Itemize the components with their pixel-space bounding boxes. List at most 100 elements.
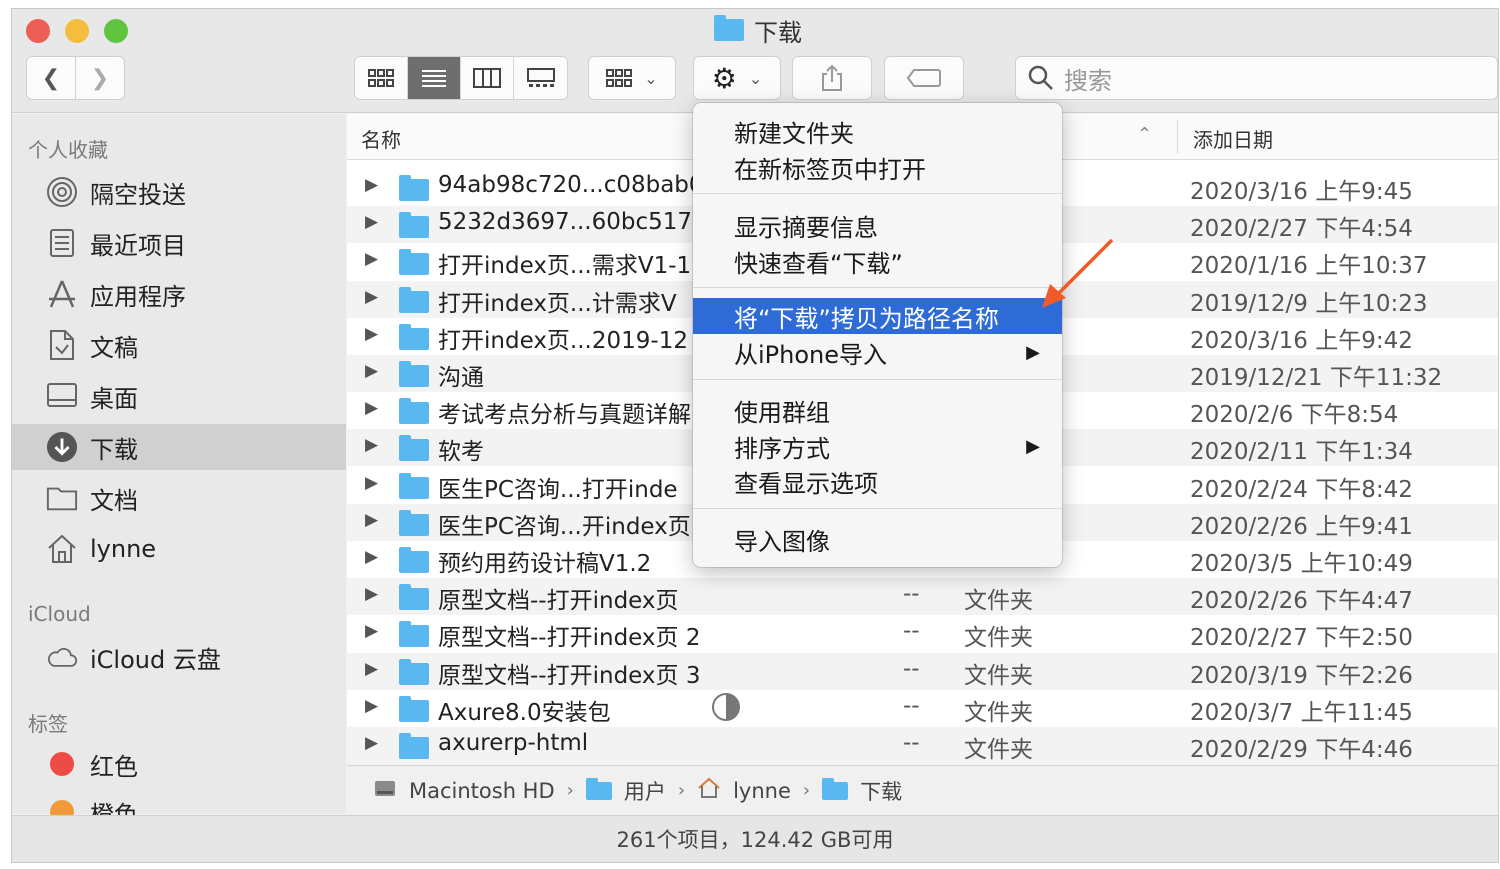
titlebar: 下载 ❮ ❯ ⌄ ⚙ ⌄ 搜索 xyxy=(12,9,1498,113)
sidebar-item-label: 应用程序 xyxy=(90,282,186,311)
gallery-view-button[interactable] xyxy=(514,57,567,99)
file-size: -- xyxy=(903,692,920,719)
disclosure-triangle-icon[interactable]: ▶ xyxy=(365,659,378,679)
folder-icon xyxy=(399,323,429,350)
tag-button[interactable] xyxy=(884,56,964,100)
action-context-menu: 新建文件夹 在新标签页中打开 显示摘要信息 快速查看“下载” 将“下载”拷贝为路… xyxy=(693,103,1062,567)
table-row[interactable]: ▶ 原型文档--打开index页 2 -- 文件夹 2020/2/27 下午2:50 xyxy=(347,615,1498,652)
path-segment-disk[interactable]: Macintosh HD xyxy=(409,779,555,803)
menu-item-import-from-iphone[interactable]: 从iPhone导入 ▶ xyxy=(693,334,1062,370)
back-button[interactable]: ❮ xyxy=(26,56,76,100)
window-title: 下载 xyxy=(714,15,802,47)
sidebar-item-folder[interactable]: 文档 xyxy=(12,475,346,521)
disclosure-triangle-icon[interactable]: ▶ xyxy=(365,212,378,232)
airdrop-icon xyxy=(46,176,78,208)
menu-item-quick-look[interactable]: 快速查看“下载” xyxy=(693,243,1062,279)
share-button[interactable] xyxy=(792,56,872,100)
file-date-added: 2020/2/27 下午4:54 xyxy=(1190,216,1413,243)
sidebar-item-desktop[interactable]: 桌面 xyxy=(12,373,346,419)
menu-item-new-folder[interactable]: 新建文件夹 xyxy=(693,113,1062,149)
list-view-button[interactable] xyxy=(408,57,461,99)
sidebar-icloud-header: iCloud xyxy=(28,602,91,626)
sidebar: 个人收藏 隔空投送 最近项目 应用程序 文稿 桌面 下载 文档 lynne iC… xyxy=(12,114,346,829)
disclosure-triangle-icon[interactable]: ▶ xyxy=(365,324,378,344)
folder-icon xyxy=(399,621,429,648)
minimize-button[interactable] xyxy=(65,19,89,43)
table-row[interactable]: ▶ Axure8.0安装包 -- 文件夹 2020/3/7 上午11:45 xyxy=(347,690,1498,727)
disclosure-triangle-icon[interactable]: ▶ xyxy=(365,547,378,567)
sidebar-item-downloads[interactable]: 下载 xyxy=(12,424,346,470)
menu-item-get-info[interactable]: 显示摘要信息 xyxy=(693,207,1062,243)
disclosure-triangle-icon[interactable]: ▶ xyxy=(365,621,378,641)
disclosure-triangle-icon[interactable]: ▶ xyxy=(365,175,378,195)
forward-button[interactable]: ❯ xyxy=(75,56,125,100)
file-name: 医生PC咨询...开index页 xyxy=(438,513,691,540)
action-menu-button[interactable]: ⚙ ⌄ xyxy=(693,56,781,100)
column-header-name[interactable]: 名称 xyxy=(361,124,401,153)
menu-item-open-in-new-tab[interactable]: 在新标签页中打开 xyxy=(693,149,1062,185)
disclosure-triangle-icon[interactable]: ▶ xyxy=(365,249,378,269)
column-view-button[interactable] xyxy=(461,57,514,99)
path-segment-users[interactable]: 用户 xyxy=(624,776,666,806)
downloads-folder-icon xyxy=(822,777,849,800)
disclosure-triangle-icon[interactable]: ▶ xyxy=(365,287,378,307)
path-segment-downloads[interactable]: 下载 xyxy=(860,776,902,806)
disclosure-triangle-icon[interactable]: ▶ xyxy=(365,473,378,493)
icon-view-button[interactable] xyxy=(355,57,408,99)
menu-item-copy-as-pathname[interactable]: 将“下载”拷贝为路径名称 xyxy=(693,298,1062,334)
column-header-date-added[interactable]: 添加日期 xyxy=(1193,124,1273,153)
path-segment-home[interactable]: lynne xyxy=(733,779,791,803)
disclosure-triangle-icon[interactable]: ▶ xyxy=(365,510,378,530)
zoom-button[interactable] xyxy=(104,19,128,43)
group-by-button[interactable]: ⌄ xyxy=(588,56,676,100)
disclosure-triangle-icon[interactable]: ▶ xyxy=(365,733,378,753)
folder-icon xyxy=(399,435,429,462)
menu-item-show-view-options[interactable]: 查看显示选项 xyxy=(693,463,1062,499)
menu-item-sort-by[interactable]: 排序方式 ▶ xyxy=(693,428,1062,464)
disclosure-triangle-icon[interactable]: ▶ xyxy=(365,361,378,381)
home-icon xyxy=(697,776,721,805)
chevron-down-icon: ⌄ xyxy=(748,68,763,88)
table-row[interactable]: ▶ 原型文档--打开index页 -- 文件夹 2020/2/26 下午4:47 xyxy=(347,578,1498,616)
path-bar: Macintosh HD › 用户 › lynne › 下载 xyxy=(347,765,1498,815)
grid-icon xyxy=(368,69,394,87)
close-button[interactable] xyxy=(26,19,50,43)
menu-item-use-groups[interactable]: 使用群组 xyxy=(693,392,1062,428)
sidebar-item-label: iCloud 云盘 xyxy=(90,645,221,674)
view-mode-selector xyxy=(354,56,568,100)
disclosure-triangle-icon[interactable]: ▶ xyxy=(365,584,378,604)
file-date-added: 2020/2/27 下午2:50 xyxy=(1190,625,1413,652)
file-date-added: 2020/1/16 上午10:37 xyxy=(1190,253,1428,280)
menu-item-import-images[interactable]: 导入图像 xyxy=(693,521,1062,557)
disclosure-triangle-icon[interactable]: ▶ xyxy=(365,696,378,716)
search-field[interactable]: 搜索 xyxy=(1015,56,1498,100)
sidebar-item-icloud-drive[interactable]: iCloud 云盘 xyxy=(12,634,346,680)
file-date-added: 2020/2/24 下午8:42 xyxy=(1190,476,1413,503)
desktop-icon xyxy=(46,380,78,412)
disclosure-triangle-icon[interactable]: ▶ xyxy=(365,398,378,418)
menu-item-label: 使用群组 xyxy=(734,398,830,427)
folder-icon xyxy=(46,482,78,514)
sidebar-item-recents[interactable]: 最近项目 xyxy=(12,220,346,266)
disclosure-triangle-icon[interactable]: ▶ xyxy=(365,435,378,455)
file-name: 打开index页...计需求V xyxy=(438,290,677,317)
sidebar-item-airdrop[interactable]: 隔空投送 xyxy=(12,169,346,215)
sidebar-item-documents[interactable]: 文稿 xyxy=(12,322,346,368)
sidebar-item-home[interactable]: lynne xyxy=(12,526,346,572)
file-name: 5232d3697...60bc5178 xyxy=(438,209,707,236)
column-divider[interactable] xyxy=(1177,120,1178,154)
file-size: -- xyxy=(903,581,920,608)
hard-drive-icon xyxy=(373,776,397,805)
file-kind: 文件夹 xyxy=(964,625,1033,652)
sidebar-tag-red[interactable]: 红色 xyxy=(12,741,346,787)
submenu-arrow-icon: ▶ xyxy=(1026,435,1040,457)
file-date-added: 2020/2/26 下午4:47 xyxy=(1190,588,1413,615)
file-date-added: 2020/2/29 下午4:46 xyxy=(1190,737,1413,763)
sidebar-item-label: 红色 xyxy=(90,752,138,781)
sidebar-item-label: lynne xyxy=(90,535,157,563)
table-row[interactable]: ▶ axurerp-html -- 文件夹 2020/2/29 下午4:46 xyxy=(347,727,1498,764)
file-size: -- xyxy=(903,730,920,756)
sidebar-item-applications[interactable]: 应用程序 xyxy=(12,271,346,317)
table-row[interactable]: ▶ 原型文档--打开index页 3 -- 文件夹 2020/3/19 下午2:26 xyxy=(347,652,1498,690)
menu-item-label: 新建文件夹 xyxy=(734,119,854,148)
